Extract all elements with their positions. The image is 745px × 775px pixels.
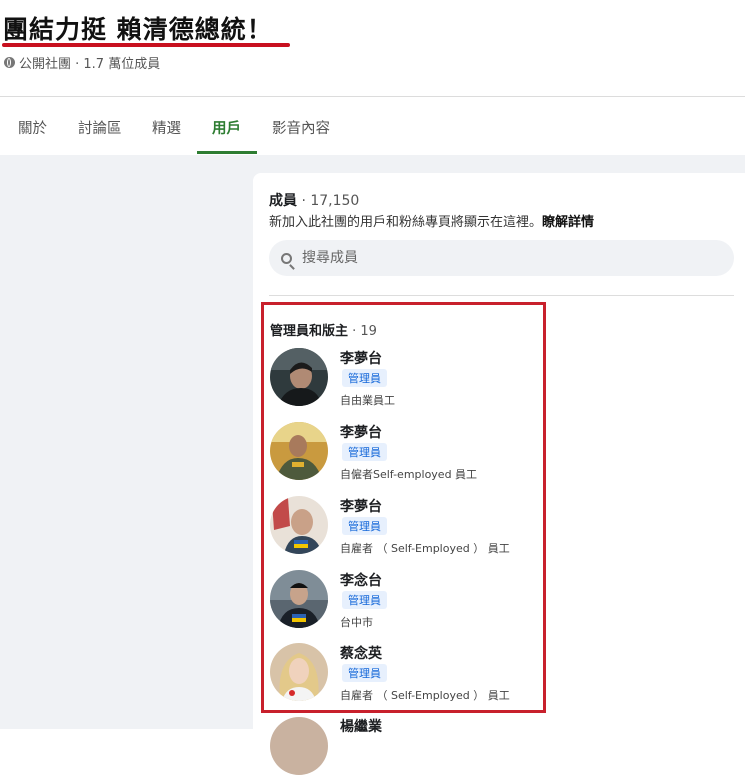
admins-label: 管理員和版主	[270, 324, 349, 339]
search-icon	[281, 252, 292, 264]
member-item[interactable]: 李夢台 管理員 自由業員工	[270, 348, 550, 408]
tab-bar: 關於 討論區 精選 用戶 影音內容	[0, 97, 745, 155]
learn-more-link[interactable]: 瞭解詳情	[542, 215, 594, 230]
members-desc-text: 新加入此社團的用戶和粉絲專頁將顯示在這裡。	[269, 215, 543, 230]
avatar[interactable]	[270, 496, 328, 554]
avatar[interactable]	[270, 717, 328, 775]
member-item[interactable]: 蔡念英 管理員 自雇者 （ Self-Employed ） 員工	[270, 643, 550, 703]
member-item[interactable]: 李夢台 管理員 自僱者Self-employed 員工	[270, 422, 550, 482]
search-input[interactable]	[300, 249, 704, 267]
member-name[interactable]: 楊繼業	[340, 716, 382, 736]
member-workplace: 自僱者Self-employed 員工	[340, 468, 478, 481]
group-meta: 公開社團 · 1.7 萬位成員	[4, 53, 160, 72]
group-title: 團結力挺 賴清德總統！	[3, 15, 273, 44]
role-badge: 管理員	[342, 517, 387, 535]
avatar[interactable]	[270, 422, 328, 480]
title-underline	[2, 43, 290, 47]
avatar[interactable]	[270, 570, 328, 628]
member-workplace: 自雇者 （ Self-Employed ） 員工	[340, 542, 510, 555]
tab-featured[interactable]: 精選	[152, 117, 181, 138]
member-item[interactable]: 李念台 管理員 台中市	[270, 570, 550, 630]
role-badge: 管理員	[342, 369, 387, 387]
member-item[interactable]: 李夢台 管理員 自雇者 （ Self-Employed ） 員工	[270, 496, 550, 556]
member-name[interactable]: 李夢台	[340, 348, 382, 368]
members-heading: 成員 · 17,150	[269, 190, 359, 210]
tab-members[interactable]: 用戶	[212, 117, 241, 138]
members-description: 新加入此社團的用戶和粉絲專頁將顯示在這裡。瞭解詳情	[269, 211, 594, 230]
member-search[interactable]	[269, 240, 734, 276]
members-label: 成員	[269, 193, 297, 209]
members-count: · 17,150	[297, 193, 360, 209]
role-badge: 管理員	[342, 664, 387, 682]
group-meta-text: 公開社團 · 1.7 萬位成員	[19, 57, 161, 72]
tab-discussion[interactable]: 討論區	[78, 117, 122, 138]
member-workplace: 台中市	[340, 616, 373, 629]
card-divider	[269, 295, 734, 296]
member-workplace: 自雇者 （ Self-Employed ） 員工	[340, 689, 510, 702]
role-badge: 管理員	[342, 591, 387, 609]
avatar[interactable]	[270, 643, 328, 701]
member-workplace: 自由業員工	[340, 394, 395, 407]
member-name[interactable]: 李夢台	[340, 422, 382, 442]
admins-count: · 19	[348, 324, 377, 339]
admins-heading: 管理員和版主 · 19	[270, 320, 377, 339]
avatar[interactable]	[270, 348, 328, 406]
active-tab-indicator	[197, 151, 257, 154]
member-name[interactable]: 李念台	[340, 570, 382, 590]
globe-icon	[4, 57, 15, 68]
role-badge: 管理員	[342, 443, 387, 461]
member-name[interactable]: 李夢台	[340, 496, 382, 516]
tab-about[interactable]: 關於	[18, 117, 47, 138]
tab-media[interactable]: 影音內容	[272, 117, 330, 138]
member-name[interactable]: 蔡念英	[340, 643, 382, 663]
